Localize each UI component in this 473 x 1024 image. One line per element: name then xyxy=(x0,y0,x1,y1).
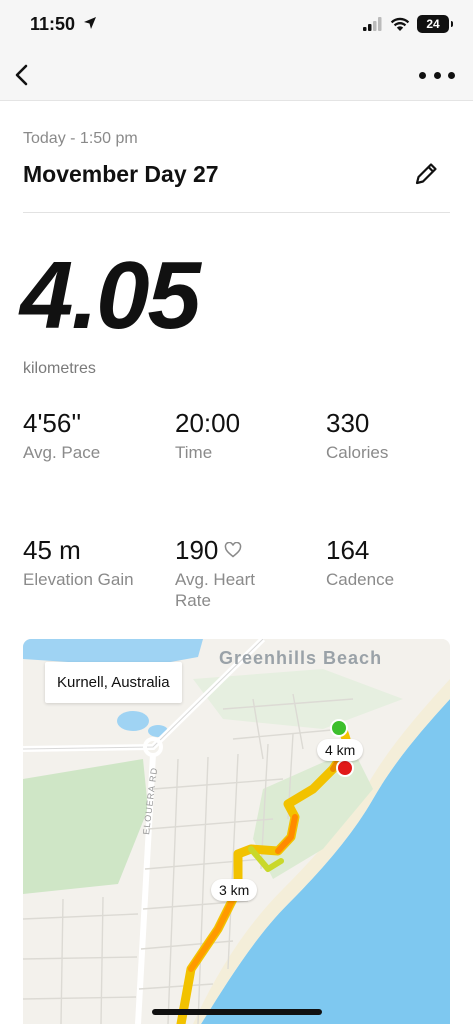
stat-value: 164 xyxy=(326,535,370,565)
heart-icon xyxy=(225,542,242,558)
stat-label: Time xyxy=(175,442,213,462)
location-arrow-icon xyxy=(84,17,96,29)
battery-indicator: 24 xyxy=(417,15,453,33)
stat-calories: 330 Calories xyxy=(326,409,466,463)
more-dot xyxy=(448,71,455,79)
chevron-left-icon xyxy=(15,64,28,86)
km-marker: 3 km xyxy=(211,879,258,901)
divider xyxy=(23,212,450,213)
stat-value: 190 xyxy=(175,535,219,565)
stat-value: 20:00 xyxy=(175,408,241,438)
back-button[interactable] xyxy=(10,60,36,90)
km-marker: 4 km xyxy=(317,739,364,761)
home-indicator xyxy=(152,1009,322,1015)
location-label: Kurnell, Australia xyxy=(45,662,182,703)
distance-value: 4.05 xyxy=(20,242,201,349)
map-area-label: Greenhills Beach xyxy=(219,648,383,668)
stat-value: 330 xyxy=(326,408,370,438)
stat-label: Elevation Gain xyxy=(23,569,134,589)
status-time: 11:50 xyxy=(30,14,76,34)
status-indicators: 24 xyxy=(363,15,453,33)
distance-unit: kilometres xyxy=(23,360,96,377)
workout-title: Movember Day 27 xyxy=(23,161,219,187)
stat-value-row: 190 xyxy=(175,536,295,565)
stat-label: Avg. Heart Rate xyxy=(175,569,256,610)
top-bar: 11:50 24 xyxy=(0,0,473,101)
stat-value: 4'56'' xyxy=(23,408,82,438)
stat-avg-pace: 4'56'' Avg. Pace xyxy=(23,409,163,463)
stat-label: Avg. Pace xyxy=(23,442,101,462)
stat-cadence: 164 Cadence xyxy=(326,536,466,590)
pencil-icon xyxy=(415,163,437,185)
stat-label: Calories xyxy=(326,442,389,462)
more-options-button[interactable] xyxy=(419,64,455,86)
route-map[interactable]: Greenhills Beach ELOUERA RD Kurnell, Aus… xyxy=(23,639,450,1024)
more-dot xyxy=(419,71,426,79)
workout-date: Today - 1:50 pm xyxy=(23,130,138,147)
stat-time: 20:00 Time xyxy=(175,409,315,463)
stat-elevation-gain: 45 m Elevation Gain xyxy=(23,536,143,590)
stat-label: Cadence xyxy=(326,569,395,589)
more-dot xyxy=(433,71,441,79)
wifi-icon xyxy=(390,17,410,31)
stat-value: 45 m xyxy=(23,535,81,565)
edit-button[interactable] xyxy=(412,160,440,188)
signal-icon xyxy=(363,17,382,31)
stat-avg-heart-rate: 190 Avg. Heart Rate xyxy=(175,536,295,611)
